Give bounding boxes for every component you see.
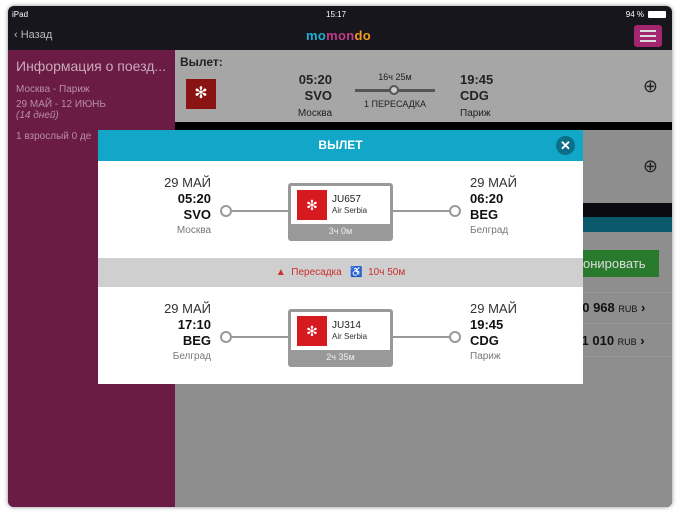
arr-time: 06:20 [470,191,504,206]
battery-percent: 94 % [625,10,644,19]
device-label: iPad [12,10,29,19]
dep-city: Белград [172,351,211,362]
days: (14 дней) [16,110,59,121]
back-button[interactable]: ‹ Назад [14,29,52,41]
currency: RUB [618,304,638,314]
flight-card[interactable]: Вылет: ✻ 05:20 SVO Москва 16ч 25м 1 ПЕРЕСАД… [175,50,672,122]
arr-city: Белград [470,225,509,236]
arr-city: Париж [470,351,501,362]
flight-number: JU314 [332,320,361,331]
route: Москва - Париж [16,84,90,95]
arr-city: Париж [460,108,491,119]
flight-segment: 29 МАЙ 05:20 SVO Москва ✻ JU657 Air Serbia 3ч … [98,161,583,258]
airline: Air Serbia [332,206,368,215]
flight-segment: 29 МАЙ 17:10 BEG Белград ✻ JU314 Air Serbia 2ч… [98,287,583,384]
arr-time: 19:45 [460,72,494,87]
flight-number: JU657 [332,194,361,205]
flight-details-modal: ВЫЛЕТ ✕ 29 МАЙ 05:20 SVO Москва ✻ JU657 Air Se… [98,130,583,384]
book-label: онировать [583,256,646,271]
arr-code: CDG [470,333,499,348]
destination-dot [449,205,461,217]
modal-header: ВЫЛЕТ ✕ [98,130,583,161]
price-row[interactable]: 11 010 RUB › [575,333,645,348]
dep-date: 29 МАЙ [164,175,211,190]
dep-code: SVO [304,88,332,103]
zoom-icon[interactable]: ⊕ [643,76,658,97]
dep-time: 05:20 [177,191,211,206]
warning-icon: ▲ [275,267,286,278]
dep-time: 05:20 [298,72,332,87]
dep-code: BEG [182,333,211,348]
arr-date: 29 МАЙ [470,301,517,316]
zoom-icon[interactable]: ⊕ [643,156,658,177]
sidebar-title: Информация о поезд... [16,58,167,74]
dep-code: SVO [183,207,211,222]
momondo-logo: momondo [306,28,371,43]
flight-box: ✻ JU657 Air Serbia 3ч 0м [288,183,393,241]
book-button[interactable]: онировать [575,250,659,277]
connection-time: 10ч 50м [368,267,406,278]
flight-duration: 3ч 0м [291,224,390,238]
arr-time: 19:45 [470,317,504,332]
currency: RUB [617,337,637,347]
menu-button[interactable] [634,25,662,47]
connection-bar: ▲ Пересадка ♿ 10ч 50м [98,258,583,287]
clock: 15:17 [326,10,347,19]
dep-city: Москва [297,108,332,119]
airline: Air Serbia [332,332,368,341]
airline-logo: ✻ [186,79,216,109]
close-button[interactable]: ✕ [556,136,575,155]
dep-city: Москва [176,225,211,236]
nav-bar: ‹ Назад momondo [8,22,672,50]
dep-time: 17:10 [177,317,211,332]
arr-code: BEG [470,207,499,222]
flight-box: ✻ JU314 Air Serbia 2ч 35м [288,309,393,367]
origin-dot [220,331,232,343]
arr-date: 29 МАЙ [470,175,517,190]
air-serbia-logo: ✻ [297,316,327,346]
seat-icon: ♿ [350,267,363,278]
arr-code: CDG [460,88,489,103]
modal-title: ВЫЛЕТ [318,138,363,152]
battery-icon [648,11,666,18]
stops: 1 ПЕРЕСАДКА [364,99,426,109]
connection-label: Пересадка [291,267,342,278]
destination-dot [449,331,461,343]
origin-dot [220,205,232,217]
dates: 29 МАЙ - 12 ИЮНЬ [16,99,106,110]
status-bar: iPad 15:17 94 % [8,6,672,22]
flight-duration: 2ч 35м [291,350,390,364]
air-serbia-logo: ✻ [297,190,327,220]
card-label: Вылет: [180,55,223,69]
price-row[interactable]: 10 968 RUB › [575,300,645,315]
duration: 16ч 25м [378,72,412,82]
dep-date: 29 МАЙ [164,301,211,316]
back-label: Назад [20,29,53,41]
